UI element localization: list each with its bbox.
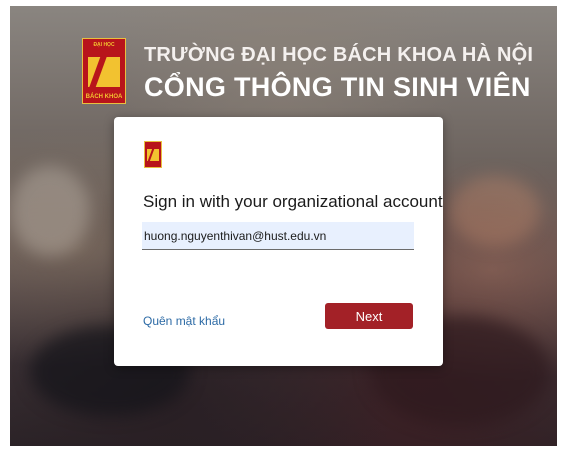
email-input[interactable]	[142, 222, 414, 250]
forgot-password-link[interactable]: Quên mật khẩu	[143, 314, 225, 328]
background-blur	[10, 166, 90, 256]
university-logo: ĐẠI HỌC BÁCH KHOA	[82, 38, 126, 104]
background-blur	[450, 176, 540, 246]
school-name: TRƯỜNG ĐẠI HỌC BÁCH KHOA HÀ NỘI	[144, 44, 534, 66]
signin-title: Sign in with your organizational account	[143, 192, 443, 211]
portal-header: ĐẠI HỌC BÁCH KHOA TRƯỜNG ĐẠI HỌC BÁCH KH…	[82, 36, 552, 106]
signin-card: Sign in with your organizational account…	[114, 117, 443, 366]
logo-top-text: ĐẠI HỌC	[93, 42, 115, 48]
portal-name: CỔNG THÔNG TIN SINH VIÊN	[144, 72, 531, 102]
next-button[interactable]: Next	[325, 303, 413, 329]
card-logo-icon	[144, 141, 162, 168]
logo-bottom-text: BÁCH KHOA	[85, 94, 123, 100]
background-photo: ĐẠI HỌC BÁCH KHOA TRƯỜNG ĐẠI HỌC BÁCH KH…	[10, 6, 557, 446]
